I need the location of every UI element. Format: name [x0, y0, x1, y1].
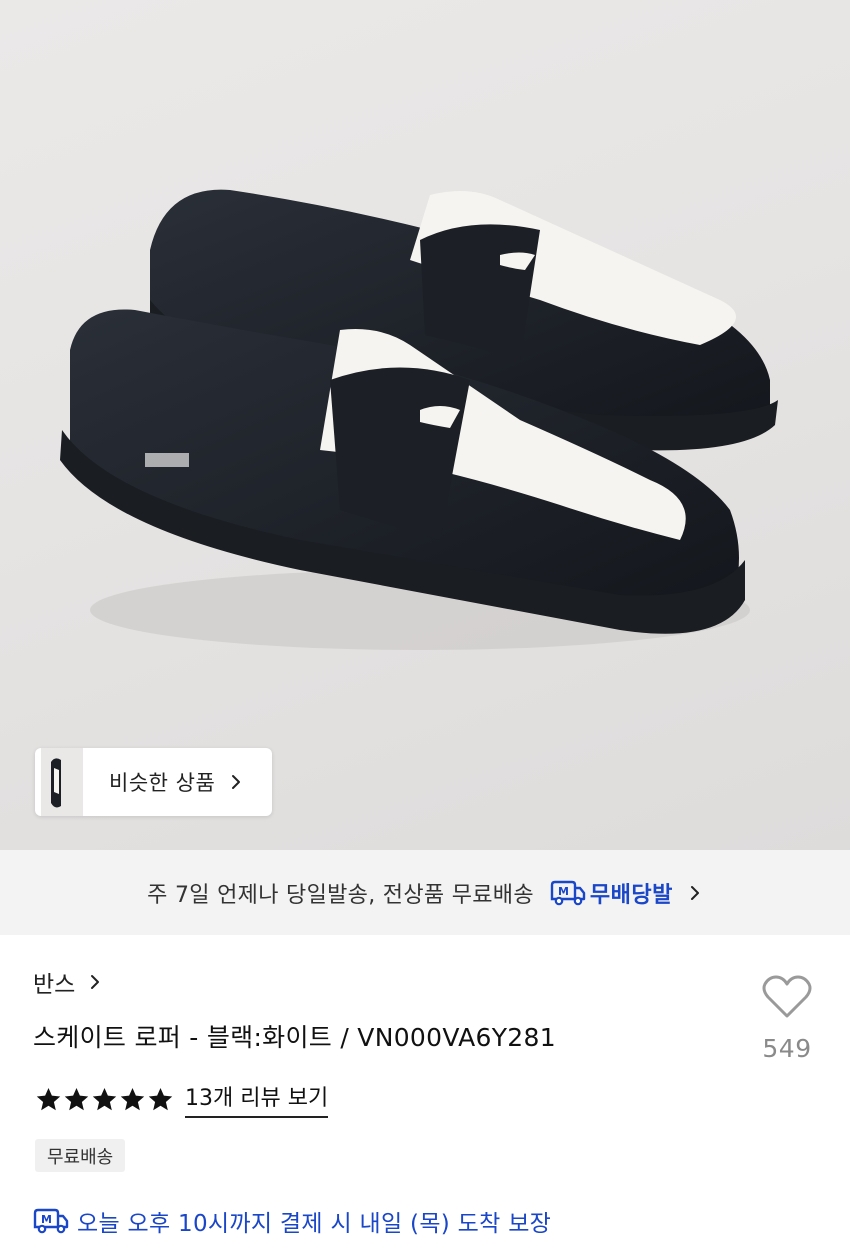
similar-product-thumbnail	[41, 748, 83, 816]
chevron-right-icon	[690, 885, 699, 900]
shipping-promo-text: 주 7일 언제나 당일발송, 전상품 무료배송	[147, 882, 534, 908]
star-icon	[148, 1087, 173, 1110]
free-shipping-badge: 무료배송	[35, 1139, 126, 1172]
star-icon	[36, 1087, 61, 1110]
product-image[interactable]: 비슷한 상품	[0, 0, 850, 850]
star-rating	[35, 1086, 175, 1113]
truck-icon: M	[33, 1208, 69, 1234]
similar-products-button[interactable]: 비슷한 상품	[35, 748, 272, 816]
shoe-illustration	[60, 189, 778, 650]
svg-text:M: M	[558, 885, 569, 898]
brand-link[interactable]: 반스	[33, 965, 103, 999]
heart-icon	[762, 975, 812, 1018]
shipping-brand-label: 무배당발	[589, 882, 673, 908]
shipping-promo-banner[interactable]: 주 7일 언제나 당일발송, 전상품 무료배송 M 무배당발	[0, 850, 850, 935]
delivery-promise: M 오늘 오후 10시까지 결제 시 내일 (목) 도착 보장	[33, 1204, 551, 1238]
truck-icon: M	[550, 880, 586, 905]
star-icon	[64, 1087, 89, 1110]
delivery-promise-text: 오늘 오후 10시까지 결제 시 내일 (목) 도착 보장	[77, 1211, 552, 1237]
like-button[interactable]: 549	[755, 974, 819, 1063]
like-count: 549	[762, 1034, 812, 1063]
svg-text:M: M	[41, 1213, 52, 1226]
brand-name: 반스	[33, 972, 76, 998]
rating-row: 13개 리뷰 보기	[35, 1080, 329, 1118]
product-title: 스케이트 로퍼 - 블랙:화이트 / VN000VA6Y281	[33, 1023, 556, 1052]
star-icon	[92, 1087, 117, 1110]
star-icon	[120, 1087, 145, 1110]
chevron-right-icon	[91, 975, 100, 989]
similar-products-label: 비슷한 상품	[109, 771, 216, 795]
reviews-link[interactable]: 13개 리뷰 보기	[185, 1080, 329, 1118]
chevron-right-icon	[232, 775, 241, 789]
